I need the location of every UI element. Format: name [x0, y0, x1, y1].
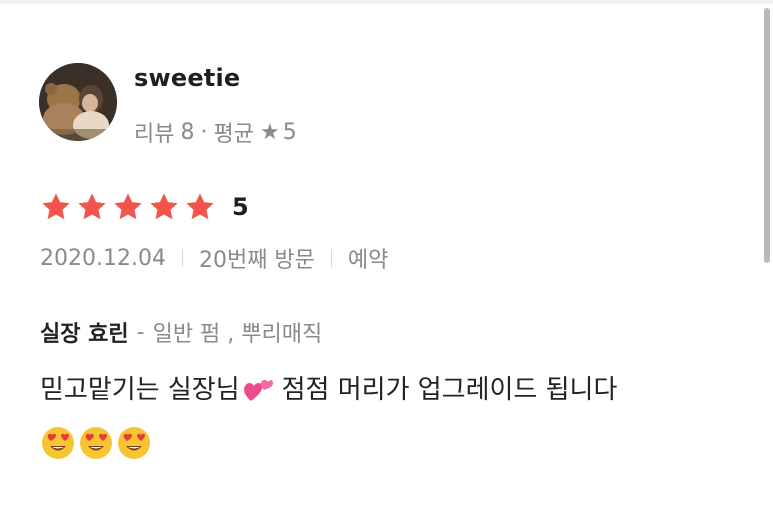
user-stats: 리뷰 8 · 평균 ★ 5	[134, 116, 297, 148]
two-hearts-icon	[242, 374, 274, 406]
avatar[interactable]	[39, 63, 117, 141]
service-separator: -	[136, 319, 145, 345]
review-meta: 2020.12.04 20번째 방문 예약	[40, 242, 388, 274]
review-date: 2020.12.04	[40, 245, 166, 271]
rating-row: 5	[40, 187, 249, 227]
review-count-label: 리뷰	[134, 122, 175, 147]
star-icon	[78, 193, 106, 220]
avatar-image	[39, 63, 117, 141]
meta-divider	[181, 249, 183, 267]
rating-value: 5	[232, 193, 249, 221]
stats-separator: ·	[200, 119, 208, 145]
star-icon	[150, 193, 178, 220]
average-label: 평균	[213, 122, 254, 147]
top-edge-divider	[0, 0, 773, 4]
review-count: 8	[180, 119, 195, 145]
review-text: 믿고맡기는 실장님 점점 머리가 업그레이드 됩니다	[40, 372, 740, 408]
heart-eyes-emoji-icon	[80, 427, 112, 459]
star-icon	[186, 193, 214, 220]
visit-count: 20번째 방문	[198, 248, 315, 273]
meta-divider	[330, 249, 332, 267]
emoji-row	[40, 425, 154, 461]
service-info: 실장 효린 - 일반 펌 , 뿌리매직	[40, 316, 322, 348]
username[interactable]: sweetie	[134, 64, 240, 92]
heart-eyes-emoji-icon	[42, 427, 74, 459]
scrollbar[interactable]	[764, 8, 770, 263]
review-text-part2: 점점 머리가 업그레이드 됩니다	[281, 375, 618, 405]
booking-tag: 예약	[347, 248, 389, 273]
service-list: 일반 펌 , 뿌리매직	[152, 322, 323, 347]
average-star-icon: ★	[259, 119, 280, 145]
designer-name[interactable]: 실장 효린	[40, 316, 129, 348]
review-text-part1: 믿고맡기는 실장님	[40, 375, 240, 405]
average-rating: 5	[282, 119, 297, 145]
rating-stars	[40, 191, 220, 223]
star-icon	[42, 193, 70, 220]
star-icon	[114, 193, 142, 220]
heart-eyes-emoji-icon	[118, 427, 150, 459]
